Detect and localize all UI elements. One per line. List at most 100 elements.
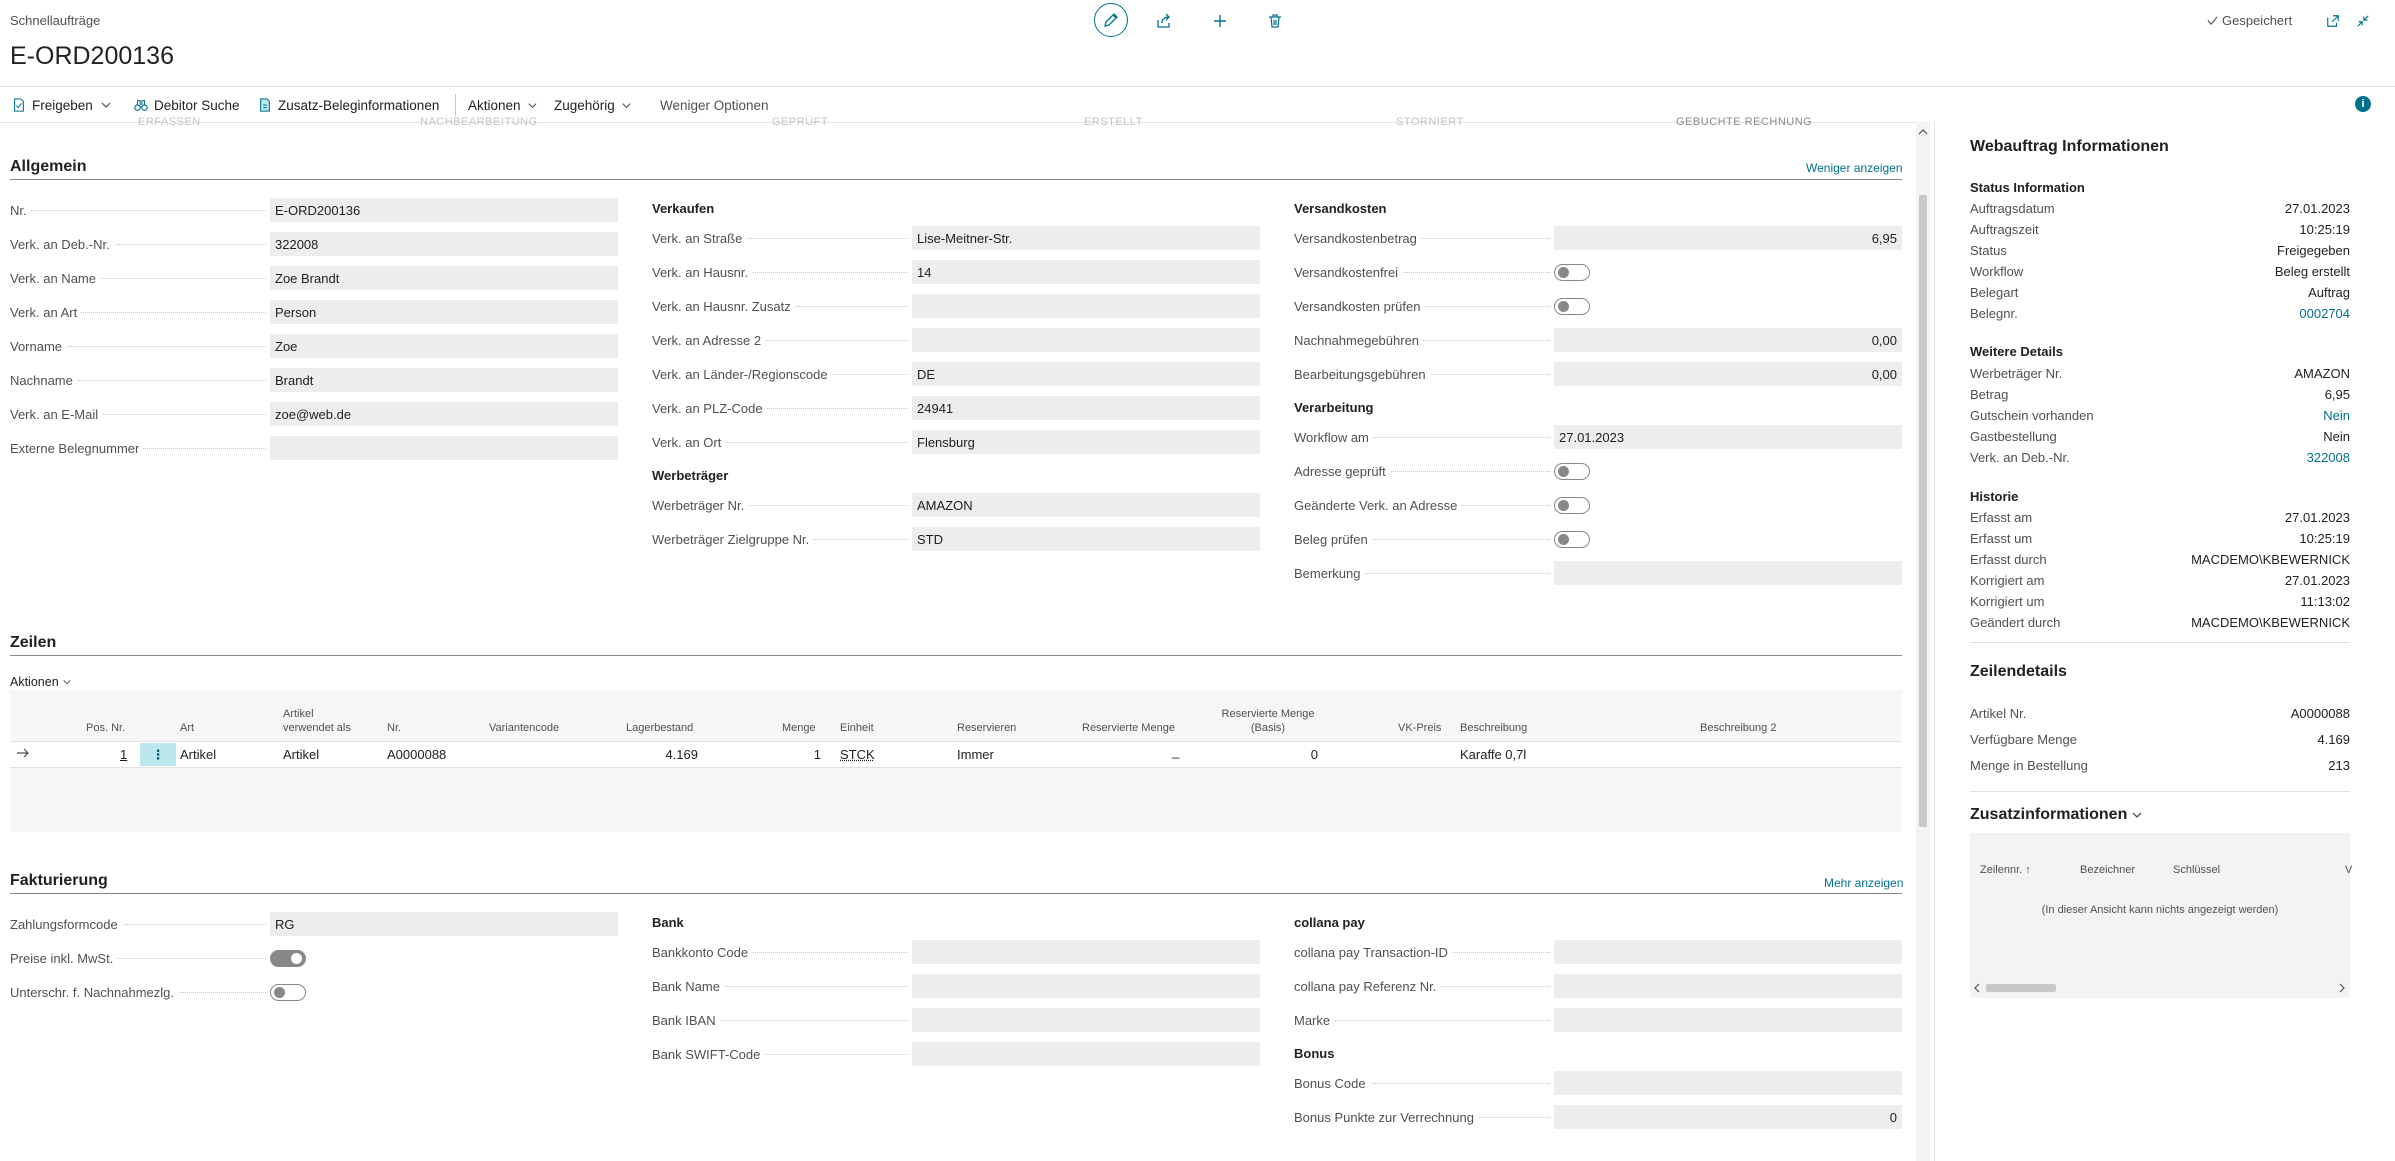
field-input[interactable]: zoe@web.de bbox=[270, 402, 618, 426]
field-input[interactable]: Person bbox=[270, 300, 618, 324]
extra-col-header-line-no[interactable]: Zeilennr. ↑ bbox=[1980, 863, 2031, 877]
field-input[interactable] bbox=[1554, 974, 1902, 998]
related-menu-button[interactable]: Zugehörig bbox=[554, 94, 632, 116]
cell-no[interactable]: A0000088 bbox=[387, 747, 446, 762]
cell-reserved-qty-base[interactable]: 0 bbox=[1300, 747, 1318, 762]
cell-pos[interactable]: 1 bbox=[120, 747, 127, 762]
cell-item-used-as[interactable]: Artikel bbox=[283, 747, 319, 762]
extra-doc-info-button[interactable]: Zusatz-Beleginformationen bbox=[258, 94, 439, 116]
cell-type[interactable]: Artikel bbox=[180, 747, 216, 762]
field-input[interactable]: 0,00 bbox=[1554, 362, 1902, 386]
field-input[interactable] bbox=[912, 1042, 1260, 1066]
shipping-free-toggle[interactable] bbox=[1554, 263, 1590, 281]
field-input[interactable]: E-ORD200136 bbox=[270, 198, 618, 222]
field-input[interactable]: STD bbox=[912, 527, 1260, 551]
field-input[interactable] bbox=[912, 1008, 1260, 1032]
field-input[interactable] bbox=[912, 974, 1260, 998]
row-menu-button[interactable]: ⋮ bbox=[140, 743, 176, 766]
col-header-pos[interactable]: Pos. Nr. bbox=[86, 721, 125, 735]
extra-col-header-identifier[interactable]: Bezeichner bbox=[2080, 863, 2135, 877]
col-header-reserved-qty-base[interactable]: Reservierte Menge (Basis) bbox=[1218, 707, 1318, 735]
collapse-button[interactable] bbox=[2348, 6, 2378, 36]
section-lines-title[interactable]: Zeilen bbox=[10, 634, 56, 652]
billing-show-more-link[interactable]: Mehr anzeigen bbox=[1824, 876, 1903, 890]
share-button[interactable] bbox=[1149, 6, 1179, 36]
new-button[interactable] bbox=[1205, 6, 1235, 36]
field-input[interactable]: 0,00 bbox=[1554, 328, 1902, 352]
cell-reserve[interactable]: Immer bbox=[957, 747, 994, 762]
prices-incl-vat-toggle[interactable] bbox=[270, 949, 306, 967]
field-input[interactable] bbox=[1554, 561, 1902, 585]
col-header-qty[interactable]: Menge bbox=[782, 721, 816, 735]
field-input[interactable] bbox=[1554, 940, 1902, 964]
edit-button[interactable] bbox=[1094, 3, 1128, 37]
actions-menu-button[interactable]: Aktionen bbox=[468, 94, 538, 116]
field-input[interactable]: Zoe Brandt bbox=[270, 266, 618, 290]
field-input[interactable]: 0 bbox=[1554, 1105, 1902, 1129]
factbox-value: 213 bbox=[2328, 758, 2350, 773]
delete-button[interactable] bbox=[1260, 6, 1290, 36]
field-input[interactable] bbox=[912, 940, 1260, 964]
col-header-description-2[interactable]: Beschreibung 2 bbox=[1700, 721, 1776, 735]
field-input[interactable]: Zoe bbox=[270, 334, 618, 358]
field-input[interactable]: 6,95 bbox=[1554, 226, 1902, 250]
col-header-price[interactable]: VK-Preis bbox=[1398, 721, 1441, 735]
field-input[interactable]: Brandt bbox=[270, 368, 618, 392]
col-header-reserved-qty[interactable]: Reservierte Menge bbox=[1082, 721, 1175, 735]
field-input[interactable]: RG bbox=[270, 912, 618, 936]
factbox-link-doc-no[interactable]: 0002704 bbox=[2299, 306, 2350, 321]
shipping-check-toggle[interactable] bbox=[1554, 297, 1590, 315]
factbox-link-customer[interactable]: 322008 bbox=[2307, 450, 2350, 465]
factbox-link-voucher[interactable]: Nein bbox=[2323, 408, 2350, 423]
factbox-extra-info-toggle[interactable]: Zusatzinformationen bbox=[1970, 806, 2143, 824]
factbox-line-details-title[interactable]: Zeilendetails bbox=[1970, 663, 2067, 681]
cell-unit[interactable]: STCK bbox=[840, 747, 875, 762]
general-show-less-link[interactable]: Weniger anzeigen bbox=[1806, 161, 1903, 175]
factbox-value: 27.01.2023 bbox=[2284, 201, 2350, 216]
field-post-code: Verk. an PLZ-Code 24941 bbox=[652, 396, 1260, 420]
field-input[interactable]: AMAZON bbox=[912, 493, 1260, 517]
col-header-stock[interactable]: Lagerbestand bbox=[626, 721, 693, 735]
extra-info-hscrollbar[interactable] bbox=[1972, 980, 2348, 996]
customer-search-button[interactable]: Debitor Suche bbox=[134, 94, 240, 116]
col-header-reserve[interactable]: Reservieren bbox=[957, 721, 1016, 735]
field-input[interactable]: 27.01.2023 bbox=[1554, 425, 1902, 449]
field-input[interactable]: DE bbox=[912, 362, 1260, 386]
changed-address-toggle[interactable] bbox=[1554, 496, 1590, 514]
field-input[interactable] bbox=[1554, 1071, 1902, 1095]
cell-qty[interactable]: 1 bbox=[760, 747, 821, 762]
scroll-up-icon[interactable] bbox=[1918, 124, 1928, 139]
field-input[interactable]: Flensburg bbox=[912, 430, 1260, 454]
section-general-title[interactable]: Allgemein bbox=[10, 158, 86, 176]
factbox-extra-info-title: Zusatzinformationen bbox=[1970, 806, 2128, 823]
col-header-variant[interactable]: Variantencode bbox=[489, 721, 559, 735]
col-header-no[interactable]: Nr. bbox=[387, 721, 401, 735]
open-new-window-button[interactable] bbox=[2318, 6, 2348, 36]
field-input[interactable]: 24941 bbox=[912, 396, 1260, 420]
check-doc-toggle[interactable] bbox=[1554, 530, 1590, 548]
col-header-description[interactable]: Beschreibung bbox=[1460, 721, 1527, 735]
cod-signature-toggle[interactable] bbox=[270, 983, 306, 1001]
extra-col-header-key[interactable]: Schlüssel bbox=[2173, 863, 2220, 877]
col-header-type[interactable]: Art bbox=[180, 721, 194, 735]
col-header-item-used-as[interactable]: Artikel verwendet als bbox=[283, 707, 353, 735]
field-input[interactable] bbox=[912, 328, 1260, 352]
release-button[interactable]: Freigeben bbox=[12, 94, 93, 116]
field-input[interactable]: 14 bbox=[912, 260, 1260, 284]
field-input[interactable] bbox=[270, 436, 618, 460]
field-input[interactable]: Lise-Meitner-Str. bbox=[912, 226, 1260, 250]
info-pane-button[interactable]: i bbox=[2355, 96, 2371, 112]
factbox-row: Verfügbare Menge 4.169 bbox=[1970, 732, 2350, 747]
cell-reserved-qty[interactable]: _ bbox=[1172, 744, 1179, 759]
field-input[interactable] bbox=[912, 294, 1260, 318]
section-billing-title[interactable]: Fakturierung bbox=[10, 872, 108, 890]
field-input[interactable]: 322008 bbox=[270, 232, 618, 256]
main-scrollbar-thumb[interactable] bbox=[1919, 195, 1927, 827]
release-dropdown-button[interactable] bbox=[100, 94, 112, 116]
cell-description[interactable]: Karaffe 0,7l bbox=[1460, 747, 1526, 762]
lines-actions-button[interactable]: Aktionen bbox=[10, 675, 72, 689]
address-checked-toggle[interactable] bbox=[1554, 462, 1590, 480]
fewer-options-button[interactable]: Weniger Optionen bbox=[660, 94, 769, 116]
field-input[interactable] bbox=[1554, 1008, 1902, 1032]
col-header-unit[interactable]: Einheit bbox=[840, 721, 874, 735]
